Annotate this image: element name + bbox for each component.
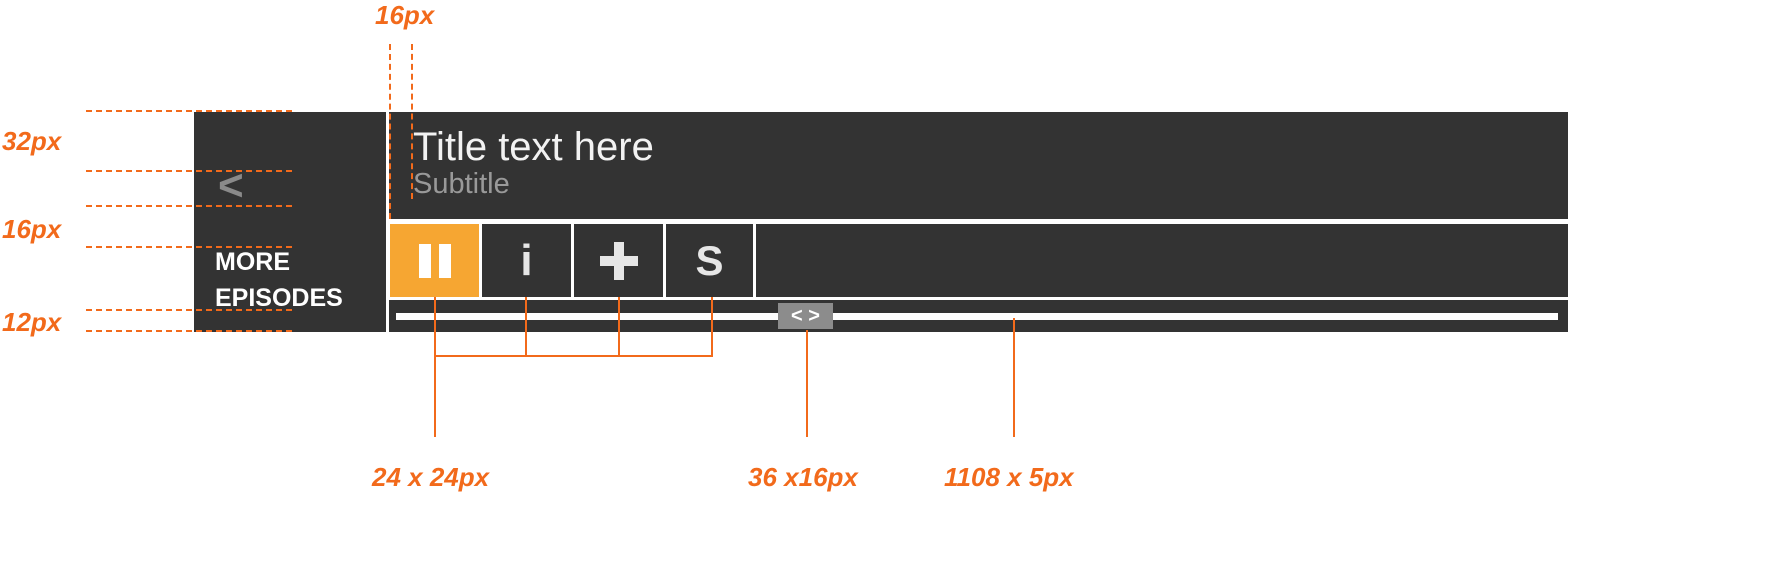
- annotation-button-size: 24 x 24px: [372, 462, 490, 492]
- callout-scrubber: [806, 330, 808, 437]
- dim-line-h3: [86, 205, 292, 207]
- title-text: Title text here: [413, 125, 654, 169]
- more-episodes-line1: MORE: [215, 248, 290, 276]
- callout-s-drop: [711, 297, 713, 356]
- dim-line-h5: [86, 309, 292, 311]
- s-icon: S: [695, 236, 724, 284]
- info-button[interactable]: i: [482, 224, 571, 297]
- dim-line-h6: [86, 330, 292, 332]
- dim-line-vertical-right: [411, 44, 413, 199]
- dim-line-vertical-left: [389, 44, 391, 219]
- callout-plus-drop: [618, 297, 620, 356]
- dim-line-h1: [86, 110, 292, 112]
- annotation-row1: 32px: [2, 126, 62, 156]
- annotation-top-padding: 16px: [375, 0, 435, 30]
- annotation-bar-size: 1108 x 5px: [944, 462, 1074, 492]
- progress-bar[interactable]: [396, 313, 1558, 320]
- info-icon: i: [520, 235, 533, 285]
- controls-empty-area: [756, 224, 1568, 297]
- scrubber-handle[interactable]: < >: [778, 303, 833, 329]
- callout-bar: [1013, 318, 1015, 437]
- annotation-row2: 16px: [2, 214, 62, 244]
- s-button[interactable]: S: [666, 224, 753, 297]
- more-episodes-label[interactable]: MORE EPISODES: [215, 244, 343, 316]
- add-button[interactable]: [574, 224, 663, 297]
- more-episodes-panel[interactable]: < MORE EPISODES: [194, 112, 386, 332]
- pause-button[interactable]: [390, 224, 479, 297]
- scrubber-arrows-icon: < >: [791, 304, 820, 327]
- dim-line-h4: [86, 246, 292, 248]
- scrubber-row: < >: [389, 300, 1568, 332]
- annotation-scrubber-size: 36 x16px: [748, 462, 858, 492]
- title-area: Title text here Subtitle: [389, 112, 1568, 219]
- pause-icon: [418, 243, 451, 278]
- plus-icon: [599, 241, 638, 280]
- callout-bracket: [434, 355, 713, 357]
- subtitle-text: Subtitle: [413, 168, 510, 200]
- callout-pause-drop: [434, 297, 436, 437]
- dim-line-h2: [86, 170, 292, 172]
- callout-info-drop: [525, 297, 527, 356]
- annotation-row3: 12px: [2, 307, 62, 337]
